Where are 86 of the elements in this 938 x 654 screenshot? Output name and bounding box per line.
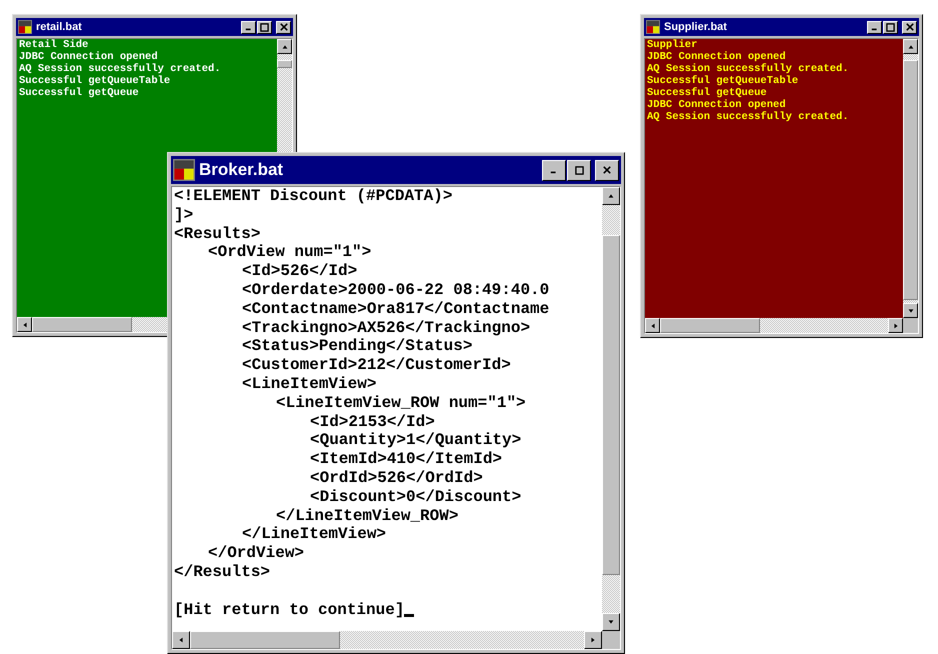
text-cursor bbox=[404, 614, 414, 618]
console-line: <Results> bbox=[174, 224, 262, 244]
console-line: <ItemId>410</ItemId> bbox=[309, 450, 504, 469]
window-title: Supplier.bat bbox=[664, 20, 728, 35]
console-line: </OrdView> bbox=[207, 544, 306, 563]
console-line: Retail Side bbox=[19, 39, 90, 51]
scroll-arrow-button[interactable] bbox=[172, 631, 190, 649]
maximize-icon bbox=[886, 22, 895, 32]
ms-dos-icon bbox=[18, 20, 32, 34]
minimize-button[interactable] bbox=[241, 20, 256, 34]
scroll-arrow-button[interactable] bbox=[903, 303, 918, 318]
left-arrow-icon bbox=[177, 636, 185, 644]
console-line: <Id>2153</Id> bbox=[309, 412, 436, 432]
maximize-button[interactable] bbox=[257, 20, 272, 34]
close-button[interactable] bbox=[595, 160, 619, 180]
console-line: <Discount>0</Discount> bbox=[309, 488, 522, 507]
console-line: <Id>526</Id> bbox=[241, 262, 358, 281]
console-line: <Trackingno>AX526</Trackingno> bbox=[241, 318, 532, 338]
console-line: <LineItemView_ROW num="1"> bbox=[275, 394, 527, 413]
close-icon bbox=[280, 23, 288, 31]
ms-dos-icon bbox=[173, 159, 195, 181]
scroll-arrow-button[interactable] bbox=[17, 317, 32, 332]
scroll-arrow-button[interactable] bbox=[602, 613, 620, 631]
down-arrow-icon bbox=[906, 306, 914, 314]
scrollbar-thumb[interactable] bbox=[277, 60, 292, 68]
console-line: Supplier bbox=[647, 39, 698, 51]
up-arrow-icon bbox=[280, 42, 288, 50]
console-line: JDBC Connection opened bbox=[19, 51, 159, 63]
window-title: retail.bat bbox=[36, 20, 83, 35]
scrollbar-thumb[interactable] bbox=[32, 317, 132, 332]
console-line: AQ Session successfully created. bbox=[647, 111, 850, 123]
console-line: <OrdView num="1"> bbox=[207, 243, 372, 262]
close-button[interactable] bbox=[902, 20, 917, 34]
scroll-arrow-button[interactable] bbox=[584, 631, 602, 649]
console-line: </Results> bbox=[174, 562, 272, 582]
console-line: AQ Session successfully created. bbox=[19, 63, 222, 75]
ms-dos-icon bbox=[646, 20, 660, 34]
scrollbar-thumb[interactable] bbox=[190, 631, 340, 649]
console-line: <Contactname>Ora817</Contactname bbox=[241, 300, 550, 319]
left-arrow-icon bbox=[20, 320, 28, 328]
window-title: Broker.bat bbox=[199, 159, 284, 182]
close-button[interactable] bbox=[276, 20, 291, 34]
scroll-arrow-button[interactable] bbox=[602, 187, 620, 205]
scrollbar-thumb[interactable] bbox=[602, 235, 620, 575]
console-line: <Status>Pending</Status> bbox=[241, 337, 474, 356]
scroll-arrow-button[interactable] bbox=[903, 39, 918, 54]
console-line: <OrdId>526</OrdId> bbox=[309, 468, 484, 488]
maximize-icon bbox=[260, 22, 269, 32]
console-line: ]> bbox=[174, 206, 194, 225]
left-arrow-icon bbox=[648, 322, 656, 330]
console-line: Successful getQueue bbox=[647, 87, 768, 99]
console-line: AQ Session successfully created. bbox=[647, 63, 850, 75]
right-arrow-icon bbox=[589, 636, 597, 644]
console-line: <CustomerId>212</CustomerId> bbox=[241, 356, 512, 375]
prompt-text: [Hit return to continue] bbox=[174, 600, 404, 620]
size-grip[interactable] bbox=[602, 631, 620, 649]
console-line: <LineItemView> bbox=[241, 374, 378, 394]
minimize-button[interactable] bbox=[542, 160, 566, 180]
maximize-button[interactable] bbox=[883, 20, 898, 34]
scroll-arrow-button[interactable] bbox=[645, 318, 660, 333]
size-grip[interactable] bbox=[903, 318, 918, 333]
console-line: <Quantity>1</Quantity> bbox=[309, 431, 522, 450]
console-line: <!ELEMENT Discount (#PCDATA)> bbox=[174, 187, 454, 206]
down-arrow-icon bbox=[607, 618, 615, 626]
close-icon bbox=[906, 23, 914, 31]
vertical-scrollbar[interactable] bbox=[602, 187, 620, 631]
console-line: </LineItemView_ROW> bbox=[275, 506, 460, 526]
console-line: <Orderdate>2000-06-22 08:49:40.0 bbox=[241, 280, 550, 300]
console-line: </LineItemView> bbox=[241, 525, 388, 544]
scrollbar-thumb[interactable] bbox=[660, 318, 760, 333]
scroll-arrow-button[interactable] bbox=[888, 318, 903, 333]
minimize-button[interactable] bbox=[867, 20, 882, 34]
maximize-button[interactable] bbox=[567, 160, 591, 180]
right-arrow-icon bbox=[892, 322, 900, 330]
console-line: JDBC Connection opened bbox=[647, 99, 787, 111]
horizontal-scrollbar[interactable] bbox=[645, 318, 903, 333]
console-line: Successful getQueue bbox=[19, 87, 140, 99]
close-icon bbox=[603, 166, 611, 174]
scroll-arrow-button[interactable] bbox=[277, 39, 292, 54]
up-arrow-icon bbox=[607, 192, 615, 200]
console-line: JDBC Connection opened bbox=[647, 51, 787, 63]
horizontal-scrollbar[interactable] bbox=[172, 631, 602, 649]
maximize-icon bbox=[574, 166, 584, 174]
console-line: Successful getQueueTable bbox=[19, 75, 172, 87]
console-line: Successful getQueueTable bbox=[647, 75, 800, 87]
up-arrow-icon bbox=[906, 42, 914, 50]
